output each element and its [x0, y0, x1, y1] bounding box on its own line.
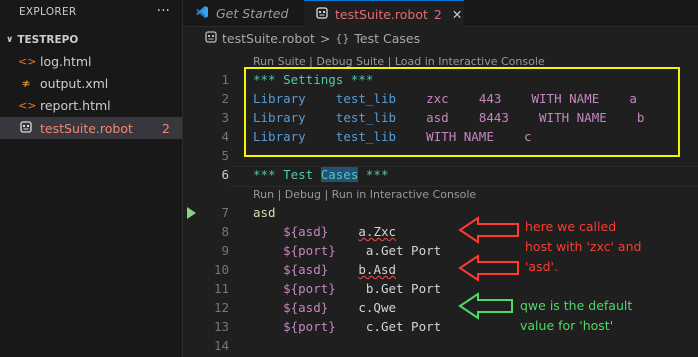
green-annotation: qwe is the default value for 'host' [520, 296, 632, 336]
annotation-line: here we called [525, 219, 617, 234]
red-arrow [458, 254, 519, 282]
annotation-line: 'asd'. [525, 259, 558, 274]
annotation-line: value for 'host' [520, 318, 614, 333]
annotation-line: host with 'zxc' and [525, 239, 642, 254]
red-annotation: here we called host with 'zxc' and 'asd'… [525, 217, 641, 277]
annotation-line: qwe is the default [520, 298, 633, 313]
red-arrow [458, 216, 519, 244]
green-arrow [458, 292, 513, 320]
